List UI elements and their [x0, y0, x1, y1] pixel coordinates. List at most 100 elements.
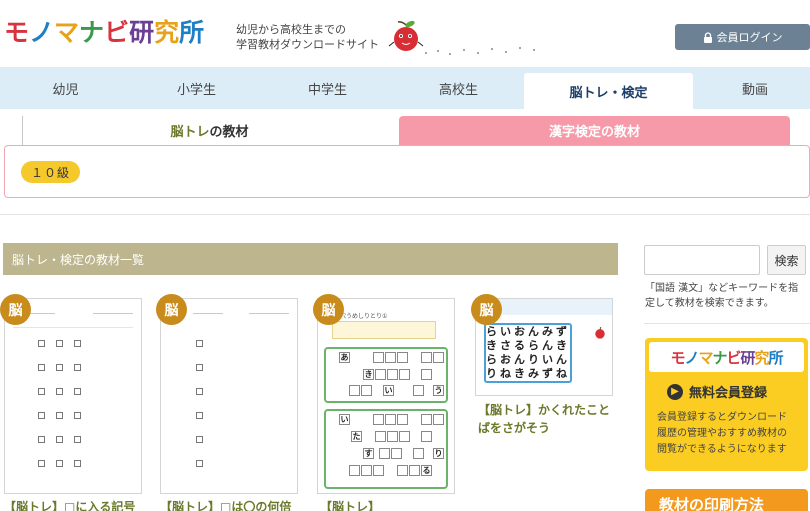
- logo-char: ナ: [79, 18, 104, 47]
- shiritori-cell: [433, 352, 444, 363]
- worksheet-answer-box: [56, 364, 63, 371]
- shiritori-cell: う: [433, 385, 444, 396]
- apple-mascot-icon: [595, 327, 605, 339]
- site-header: モノマナビ研究所 幼児から高校生までの 学習教材ダウンロードサイト 会員ログイン: [0, 0, 810, 68]
- search-input[interactable]: [644, 245, 760, 275]
- word-grid-cell: き: [514, 366, 525, 380]
- worksheet-answer-box: [196, 436, 203, 443]
- card-title[interactable]: 【脳トレ】: [320, 498, 380, 511]
- nav-tab-brain-training[interactable]: 脳トレ・検定: [524, 73, 693, 109]
- logo-char: ナ: [712, 348, 727, 367]
- level-pill-10[interactable]: １０級: [21, 161, 80, 183]
- search-button[interactable]: 検索: [767, 245, 806, 275]
- arrow-right-icon: ▶: [667, 383, 683, 400]
- shiritori-cell: [421, 369, 432, 380]
- logo-char: マ: [698, 348, 713, 367]
- shiritori-cell: る: [421, 465, 432, 476]
- search-note: 「国語 漢文」などキーワードを指定して教材を検索できます。: [645, 283, 799, 309]
- shiritori-cell: [413, 448, 424, 459]
- logo-char: ノ: [29, 18, 54, 47]
- shiritori-cell: [421, 414, 432, 425]
- level-filter-box: １０級: [4, 145, 810, 198]
- worksheet-answer-box: [56, 460, 63, 467]
- worksheet-answer-box: [56, 412, 63, 419]
- worksheet-instruction-box: [332, 321, 436, 339]
- worksheet-title: 穴うめしりとり①: [340, 313, 388, 320]
- free-registration-banner[interactable]: モノマナビ研究所 ▶ 無料会員登録 会員登録するとダウンロード 履歴の管理やおす…: [645, 338, 808, 471]
- shiritori-cell: [373, 414, 384, 425]
- nav-tab-video[interactable]: 動画: [693, 67, 810, 109]
- shiritori-cell: [387, 431, 398, 442]
- card-title-line2: ばをさがそう: [478, 421, 551, 435]
- subtab-kanji-exam[interactable]: 漢字検定の教材: [399, 116, 790, 145]
- worksheet-answer-box: [56, 388, 63, 395]
- nav-tab-elementary[interactable]: 小学生: [131, 67, 262, 109]
- logo-char: ビ: [104, 18, 129, 47]
- worksheet-answer-box: [38, 460, 45, 467]
- worksheet-answer-box: [74, 436, 81, 443]
- section-divider: [0, 214, 810, 215]
- login-button[interactable]: 会員ログイン: [675, 24, 810, 50]
- shiritori-cell: た: [351, 431, 362, 442]
- shiritori-cell: [421, 352, 432, 363]
- nav-tab-high-school[interactable]: 高校生: [393, 67, 524, 109]
- worksheet-answer-box: [74, 460, 81, 467]
- shiritori-cell: い: [383, 385, 394, 396]
- shiritori-cell: [373, 465, 384, 476]
- word-grid-cell: ん: [514, 352, 525, 366]
- promo-logo: モノマナビ研究所: [649, 342, 804, 372]
- card-title[interactable]: 【脳トレ】□は〇の何倍: [160, 498, 291, 511]
- shiritori-cell: [385, 414, 396, 425]
- word-grid-cell: い: [500, 324, 511, 338]
- word-grid-cell: ず: [542, 366, 553, 380]
- brain-badge: 脳: [313, 294, 344, 325]
- promo-title-text: 無料会員登録: [689, 386, 768, 401]
- word-grid-cell: ん: [528, 324, 539, 338]
- shiritori-cell: あ: [339, 352, 350, 363]
- shiritori-cell: [375, 369, 386, 380]
- shiritori-cell: [397, 352, 408, 363]
- logo-char: 所: [179, 18, 204, 47]
- site-logo[interactable]: モノマナビ研究所: [4, 18, 204, 48]
- card-title[interactable]: 【脳トレ】かくれたこと ばをさがそう: [478, 401, 610, 437]
- word-grid-cell: ね: [556, 366, 567, 380]
- card-title[interactable]: 【脳トレ】□に入る記号: [4, 498, 135, 511]
- sidebar-divider: [644, 323, 810, 324]
- worksheet-answer-box: [38, 364, 45, 371]
- shiritori-cell: [421, 431, 432, 442]
- promo-title: ▶ 無料会員登録: [667, 382, 767, 401]
- nav-tab-preschool[interactable]: 幼児: [0, 67, 131, 109]
- main-nav: 幼児 小学生 中学生 高校生 脳トレ・検定 動画: [0, 67, 810, 109]
- site-tagline: 幼児から高校生までの 学習教材ダウンロードサイト: [236, 22, 379, 52]
- shiritori-cell: [349, 465, 360, 476]
- shiritori-cell: [375, 431, 386, 442]
- login-label: 会員ログイン: [716, 31, 783, 44]
- promo-description: 会員登録するとダウンロード 履歴の管理やおすすめ教材の 閲覧ができるようになりま…: [657, 410, 787, 458]
- promo-text-line1: 会員登録するとダウンロード: [657, 412, 787, 423]
- promo-text-line2: 履歴の管理やおすすめ教材の: [657, 428, 787, 439]
- worksheet-answer-box: [74, 412, 81, 419]
- shiritori-cell: り: [433, 448, 444, 459]
- card-thumbnail[interactable]: [4, 298, 142, 494]
- worksheet-answer-box: [38, 436, 45, 443]
- card-thumbnail[interactable]: 穴うめしりとり①: [317, 298, 455, 494]
- worksheet-answer-box: [196, 340, 203, 347]
- subtab-brain-training[interactable]: 脳トレ の教材: [22, 116, 396, 145]
- word-grid-cell: き: [486, 338, 497, 352]
- word-grid-cell: ら: [486, 352, 497, 366]
- word-grid-cell: ず: [556, 324, 567, 338]
- word-grid-cell: ら: [486, 324, 497, 338]
- worksheet-answer-box: [74, 388, 81, 395]
- worksheet-answer-box: [74, 340, 81, 347]
- apple-mascot-icon: [388, 20, 424, 51]
- shiritori-cell: [413, 385, 424, 396]
- brain-badge: 脳: [471, 294, 502, 325]
- word-grid-cell: ん: [542, 338, 553, 352]
- card-thumbnail[interactable]: [160, 298, 298, 494]
- word-grid-cell: み: [542, 324, 553, 338]
- worksheet-answer-box: [38, 388, 45, 395]
- nav-tab-junior-high[interactable]: 中学生: [262, 67, 393, 109]
- shiritori-cell: [399, 369, 410, 380]
- shiritori-cell: [397, 465, 408, 476]
- print-method-button[interactable]: 教材の印刷方法: [645, 489, 808, 511]
